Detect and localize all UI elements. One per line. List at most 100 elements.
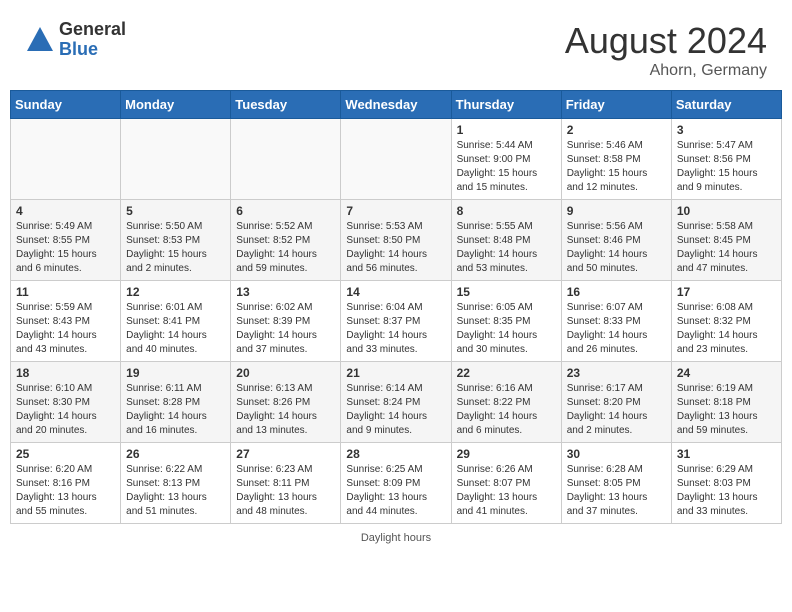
day-info: Sunrise: 6:25 AM Sunset: 8:09 PM Dayligh… bbox=[346, 463, 445, 519]
day-number: 17 bbox=[677, 285, 776, 299]
calendar-day-cell: 21Sunrise: 6:14 AM Sunset: 8:24 PM Dayli… bbox=[341, 362, 451, 443]
calendar-table: SundayMondayTuesdayWednesdayThursdayFrid… bbox=[10, 90, 782, 524]
calendar-week-row: 4 Sunrise: 5:49 AM Sunset: 8:55 PM Daylig… bbox=[11, 200, 782, 281]
logo-general: General bbox=[59, 20, 126, 40]
day-number: 3 bbox=[677, 123, 776, 137]
calendar-day-cell: 18 Sunrise: 6:10 AM Sunset: 8:30 PM Dayli… bbox=[11, 362, 121, 443]
calendar-day-cell: 17 Sunrise: 6:08 AM Sunset: 8:32 PM Dayli… bbox=[671, 281, 781, 362]
calendar-day-cell bbox=[121, 119, 231, 200]
logo: General Blue bbox=[25, 20, 126, 60]
day-info: Sunrise: 5:49 AM Sunset: 8:55 PM Dayligh… bbox=[16, 220, 115, 276]
calendar-week-row: 25Sunrise: 6:20 AM Sunset: 8:16 PM Dayli… bbox=[11, 443, 782, 524]
day-info: Sunrise: 6:05 AM Sunset: 8:35 PM Dayligh… bbox=[457, 301, 556, 357]
footer-note-text: Daylight hours bbox=[361, 532, 431, 544]
logo-blue: Blue bbox=[59, 40, 126, 60]
calendar-week-row: 1 Sunrise: 5:44 AM Sunset: 9:00 PM Daylig… bbox=[11, 119, 782, 200]
day-number: 9 bbox=[567, 204, 666, 218]
day-number: 30 bbox=[567, 447, 666, 461]
day-info: Sunrise: 6:17 AM Sunset: 8:20 PM Dayligh… bbox=[567, 382, 666, 438]
calendar-day-cell bbox=[341, 119, 451, 200]
calendar-day-cell: 26 Sunrise: 6:22 AM Sunset: 8:13 PM Dayli… bbox=[121, 443, 231, 524]
calendar-day-header: Sunday bbox=[11, 91, 121, 119]
day-info: Sunrise: 5:55 AM Sunset: 8:48 PM Dayligh… bbox=[457, 220, 556, 276]
day-info: Sunrise: 6:13 AM Sunset: 8:26 PM Dayligh… bbox=[236, 382, 335, 438]
day-info: Sunrise: 6:07 AM Sunset: 8:33 PM Dayligh… bbox=[567, 301, 666, 357]
calendar-day-cell: 3 Sunrise: 5:47 AM Sunset: 8:56 PM Daylig… bbox=[671, 119, 781, 200]
day-info: Sunrise: 5:58 AM Sunset: 8:45 PM Dayligh… bbox=[677, 220, 776, 276]
day-number: 18 bbox=[16, 366, 115, 380]
calendar-day-cell: 4 Sunrise: 5:49 AM Sunset: 8:55 PM Daylig… bbox=[11, 200, 121, 281]
day-info: Sunrise: 5:56 AM Sunset: 8:46 PM Dayligh… bbox=[567, 220, 666, 276]
calendar-day-cell: 23 Sunrise: 6:17 AM Sunset: 8:20 PM Dayli… bbox=[561, 362, 671, 443]
day-info: Sunrise: 6:02 AM Sunset: 8:39 PM Dayligh… bbox=[236, 301, 335, 357]
day-number: 22 bbox=[457, 366, 556, 380]
calendar-day-cell: 1 Sunrise: 5:44 AM Sunset: 9:00 PM Daylig… bbox=[451, 119, 561, 200]
calendar-day-cell: 20Sunrise: 6:13 AM Sunset: 8:26 PM Dayli… bbox=[231, 362, 341, 443]
calendar-day-header: Thursday bbox=[451, 91, 561, 119]
calendar-day-cell: 15 Sunrise: 6:05 AM Sunset: 8:35 PM Dayli… bbox=[451, 281, 561, 362]
calendar-day-cell: 22 Sunrise: 6:16 AM Sunset: 8:22 PM Dayli… bbox=[451, 362, 561, 443]
location-label: Ahorn, Germany bbox=[565, 62, 767, 80]
month-year-title: August 2024 bbox=[565, 20, 767, 62]
day-info: Sunrise: 6:14 AM Sunset: 8:24 PM Dayligh… bbox=[346, 382, 445, 438]
day-info: Sunrise: 6:29 AM Sunset: 8:03 PM Dayligh… bbox=[677, 463, 776, 519]
day-info: Sunrise: 5:44 AM Sunset: 9:00 PM Dayligh… bbox=[457, 139, 556, 195]
calendar-day-cell: 13 Sunrise: 6:02 AM Sunset: 8:39 PM Dayli… bbox=[231, 281, 341, 362]
day-number: 29 bbox=[457, 447, 556, 461]
calendar-day-cell: 16Sunrise: 6:07 AM Sunset: 8:33 PM Dayli… bbox=[561, 281, 671, 362]
day-info: Sunrise: 6:10 AM Sunset: 8:30 PM Dayligh… bbox=[16, 382, 115, 438]
day-number: 7 bbox=[346, 204, 445, 218]
calendar-day-cell: 31Sunrise: 6:29 AM Sunset: 8:03 PM Dayli… bbox=[671, 443, 781, 524]
calendar-day-cell: 8Sunrise: 5:55 AM Sunset: 8:48 PM Daylig… bbox=[451, 200, 561, 281]
calendar-day-cell: 5Sunrise: 5:50 AM Sunset: 8:53 PM Daylig… bbox=[121, 200, 231, 281]
day-info: Sunrise: 5:47 AM Sunset: 8:56 PM Dayligh… bbox=[677, 139, 776, 195]
day-info: Sunrise: 5:53 AM Sunset: 8:50 PM Dayligh… bbox=[346, 220, 445, 276]
calendar-week-row: 18 Sunrise: 6:10 AM Sunset: 8:30 PM Dayli… bbox=[11, 362, 782, 443]
calendar-day-cell: 11 Sunrise: 5:59 AM Sunset: 8:43 PM Dayli… bbox=[11, 281, 121, 362]
page-header: General Blue August 2024 Ahorn, Germany bbox=[10, 10, 782, 85]
day-number: 14 bbox=[346, 285, 445, 299]
day-number: 12 bbox=[126, 285, 225, 299]
day-number: 23 bbox=[567, 366, 666, 380]
day-info: Sunrise: 6:16 AM Sunset: 8:22 PM Dayligh… bbox=[457, 382, 556, 438]
day-info: Sunrise: 6:22 AM Sunset: 8:13 PM Dayligh… bbox=[126, 463, 225, 519]
day-number: 26 bbox=[126, 447, 225, 461]
logo-icon bbox=[25, 25, 55, 55]
day-number: 24 bbox=[677, 366, 776, 380]
day-number: 10 bbox=[677, 204, 776, 218]
calendar-day-cell: 12 Sunrise: 6:01 AM Sunset: 8:41 PM Dayli… bbox=[121, 281, 231, 362]
calendar-day-cell: 6Sunrise: 5:52 AM Sunset: 8:52 PM Daylig… bbox=[231, 200, 341, 281]
day-number: 19 bbox=[126, 366, 225, 380]
calendar-day-header: Wednesday bbox=[341, 91, 451, 119]
day-info: Sunrise: 5:59 AM Sunset: 8:43 PM Dayligh… bbox=[16, 301, 115, 357]
calendar-day-cell: 28Sunrise: 6:25 AM Sunset: 8:09 PM Dayli… bbox=[341, 443, 451, 524]
day-number: 5 bbox=[126, 204, 225, 218]
calendar-week-row: 11 Sunrise: 5:59 AM Sunset: 8:43 PM Dayli… bbox=[11, 281, 782, 362]
day-number: 27 bbox=[236, 447, 335, 461]
calendar-header-row: SundayMondayTuesdayWednesdayThursdayFrid… bbox=[11, 91, 782, 119]
calendar-day-cell: 19Sunrise: 6:11 AM Sunset: 8:28 PM Dayli… bbox=[121, 362, 231, 443]
calendar-day-cell: 7 Sunrise: 5:53 AM Sunset: 8:50 PM Daylig… bbox=[341, 200, 451, 281]
logo-text: General Blue bbox=[59, 20, 126, 60]
day-info: Sunrise: 6:04 AM Sunset: 8:37 PM Dayligh… bbox=[346, 301, 445, 357]
day-info: Sunrise: 6:08 AM Sunset: 8:32 PM Dayligh… bbox=[677, 301, 776, 357]
day-info: Sunrise: 6:01 AM Sunset: 8:41 PM Dayligh… bbox=[126, 301, 225, 357]
calendar-day-cell: 14 Sunrise: 6:04 AM Sunset: 8:37 PM Dayli… bbox=[341, 281, 451, 362]
day-info: Sunrise: 6:28 AM Sunset: 8:05 PM Dayligh… bbox=[567, 463, 666, 519]
day-number: 11 bbox=[16, 285, 115, 299]
calendar-day-cell: 30 Sunrise: 6:28 AM Sunset: 8:05 PM Dayli… bbox=[561, 443, 671, 524]
day-info: Sunrise: 5:52 AM Sunset: 8:52 PM Dayligh… bbox=[236, 220, 335, 276]
day-number: 1 bbox=[457, 123, 556, 137]
calendar-day-cell: 24Sunrise: 6:19 AM Sunset: 8:18 PM Dayli… bbox=[671, 362, 781, 443]
calendar-day-header: Saturday bbox=[671, 91, 781, 119]
day-number: 4 bbox=[16, 204, 115, 218]
day-info: Sunrise: 6:23 AM Sunset: 8:11 PM Dayligh… bbox=[236, 463, 335, 519]
day-info: Sunrise: 5:46 AM Sunset: 8:58 PM Dayligh… bbox=[567, 139, 666, 195]
day-number: 13 bbox=[236, 285, 335, 299]
calendar-day-cell: 29Sunrise: 6:26 AM Sunset: 8:07 PM Dayli… bbox=[451, 443, 561, 524]
title-section: August 2024 Ahorn, Germany bbox=[565, 20, 767, 80]
calendar-day-cell: 25Sunrise: 6:20 AM Sunset: 8:16 PM Dayli… bbox=[11, 443, 121, 524]
day-number: 15 bbox=[457, 285, 556, 299]
day-number: 2 bbox=[567, 123, 666, 137]
calendar-day-header: Tuesday bbox=[231, 91, 341, 119]
